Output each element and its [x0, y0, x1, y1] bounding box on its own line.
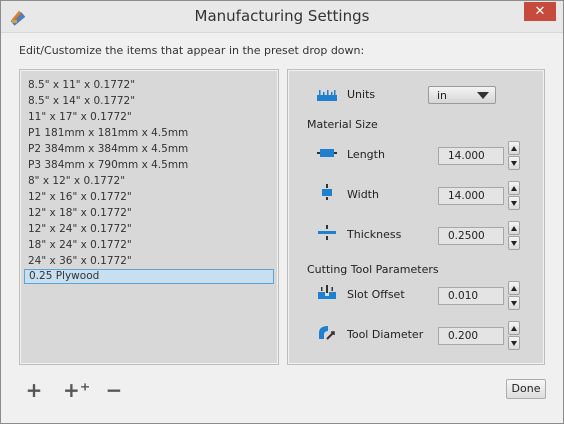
list-item[interactable]: 12" x 16" x 0.1772" — [24, 190, 274, 205]
list-item[interactable]: 12" x 18" x 0.1772" — [24, 206, 274, 221]
width-label: Width — [347, 188, 379, 201]
width-icon — [322, 184, 332, 200]
slot-offset-field[interactable]: 0.010 — [438, 287, 504, 305]
title-bar[interactable]: Manufacturing Settings ✕ — [1, 1, 563, 33]
slot-offset-icon — [318, 285, 336, 299]
manufacturing-settings-dialog: Manufacturing Settings ✕ Edit/Customize … — [0, 0, 564, 424]
add-multiple-presets-button[interactable]: +⁺ — [63, 379, 90, 401]
tool-diameter-icon — [319, 326, 335, 340]
decrement-button[interactable] — [508, 236, 520, 250]
tool-diameter-field[interactable]: 0.200 — [438, 327, 504, 345]
tool-diameter-label: Tool Diameter — [347, 328, 424, 341]
units-label: Units — [347, 88, 376, 101]
list-item[interactable]: 8" x 12" x 0.1772" — [24, 174, 274, 189]
arrow-down-icon — [511, 241, 517, 246]
increment-button[interactable] — [508, 141, 520, 155]
decrement-button[interactable] — [508, 336, 520, 350]
increment-button[interactable] — [508, 221, 520, 235]
ruler-units-icon — [317, 90, 337, 101]
decrement-button[interactable] — [508, 196, 520, 210]
length-label: Length — [347, 148, 385, 161]
increment-button[interactable] — [508, 181, 520, 195]
window-title: Manufacturing Settings — [194, 7, 370, 25]
arrow-up-icon — [511, 146, 517, 151]
width-field[interactable]: 14.000 — [438, 187, 504, 205]
done-button[interactable]: Done — [506, 379, 546, 399]
list-item[interactable]: 24" x 36" x 0.1772" — [24, 254, 274, 269]
chevron-down-icon — [477, 92, 489, 99]
units-dropdown[interactable]: in — [428, 86, 496, 104]
remove-preset-button[interactable]: − — [102, 379, 126, 401]
list-item[interactable]: 12" x 24" x 0.1772" — [24, 222, 274, 237]
length-icon — [317, 149, 337, 157]
arrow-down-icon — [511, 341, 517, 346]
material-size-heading: Material Size — [307, 118, 378, 131]
decrement-button[interactable] — [508, 156, 520, 170]
thickness-label: Thickness — [347, 228, 402, 241]
list-item-selected[interactable]: 0.25 Plywood — [24, 269, 274, 284]
close-button[interactable]: ✕ — [524, 2, 556, 21]
increment-button[interactable] — [508, 281, 520, 295]
arrow-up-icon — [511, 226, 517, 231]
list-item[interactable]: P1 181mm x 181mm x 4.5mm — [24, 126, 274, 141]
preset-list[interactable]: 8.5" x 11" x 0.1772" 8.5" x 14" x 0.1772… — [19, 69, 279, 365]
settings-panel: Units in Material Size Length 14.000 Wid… — [287, 69, 545, 365]
arrow-down-icon — [511, 161, 517, 166]
list-item[interactable]: 8.5" x 11" x 0.1772" — [24, 78, 274, 93]
units-value: in — [437, 89, 448, 102]
instructions-text: Edit/Customize the items that appear in … — [19, 44, 365, 57]
tool-diameter-stepper[interactable] — [508, 321, 520, 351]
arrow-up-icon — [511, 326, 517, 331]
increment-button[interactable] — [508, 321, 520, 335]
arrow-up-icon — [511, 286, 517, 291]
list-item[interactable]: 18" x 24" x 0.1772" — [24, 238, 274, 253]
decrement-button[interactable] — [508, 296, 520, 310]
arrow-down-icon — [511, 301, 517, 306]
length-field[interactable]: 14.000 — [438, 147, 504, 165]
thickness-stepper[interactable] — [508, 221, 520, 251]
thickness-field[interactable]: 0.2500 — [438, 227, 504, 245]
list-item[interactable]: 8.5" x 14" x 0.1772" — [24, 94, 274, 109]
width-stepper[interactable] — [508, 181, 520, 211]
add-preset-button[interactable]: + — [22, 379, 46, 401]
slot-offset-label: Slot Offset — [347, 288, 405, 301]
list-item[interactable]: P3 384mm x 790mm x 4.5mm — [24, 158, 274, 173]
thickness-icon — [318, 225, 336, 240]
list-item[interactable]: P2 384mm x 384mm x 4.5mm — [24, 142, 274, 157]
cutting-tool-heading: Cutting Tool Parameters — [307, 263, 439, 276]
list-item[interactable]: 11" x 17" x 0.1772" — [24, 110, 274, 125]
arrow-up-icon — [511, 186, 517, 191]
length-stepper[interactable] — [508, 141, 520, 171]
slot-offset-stepper[interactable] — [508, 281, 520, 311]
arrow-down-icon — [511, 201, 517, 206]
